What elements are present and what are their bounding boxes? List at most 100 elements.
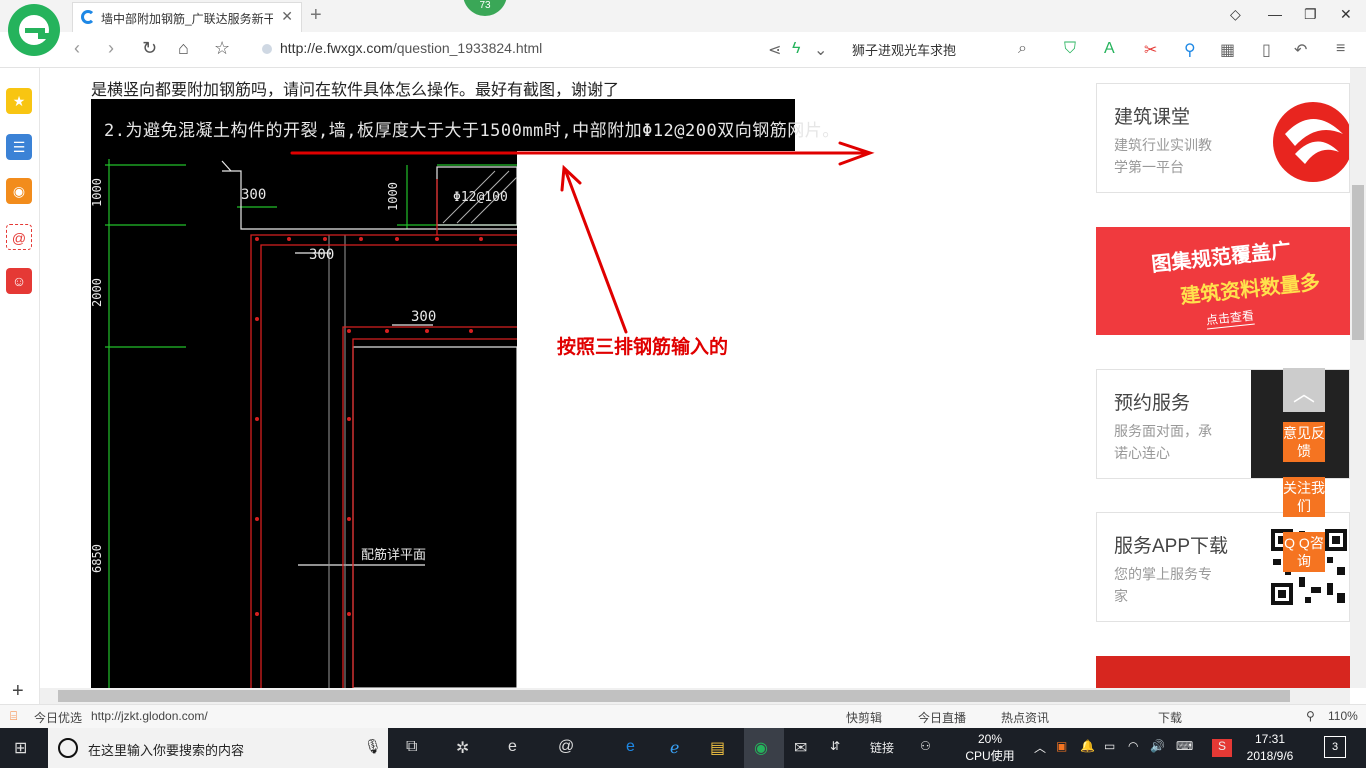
status-item-hot[interactable]: 热点资讯 <box>1001 709 1049 726</box>
dim-1000-a: 1000 <box>91 178 104 207</box>
taskbar-clock[interactable]: 17:31 2018/9/6 <box>1240 731 1300 765</box>
people-icon[interactable]: ⚇ <box>920 739 931 753</box>
favorite-star-icon[interactable]: ☆ <box>214 38 230 59</box>
follow-us-button[interactable]: 关注我们 <box>1283 477 1325 517</box>
mail-icon[interactable]: @ <box>6 224 32 250</box>
dim-300-b: 300 <box>309 247 334 263</box>
tray-expand-icon[interactable]: ︿ <box>1034 739 1046 756</box>
links-toolbar[interactable]: 链接 <box>870 739 894 756</box>
mail-taskbar-icon[interactable]: ✉ <box>794 738 807 758</box>
battery-icon[interactable]: ▭ <box>1104 739 1115 753</box>
ad-bottom-banner[interactable] <box>1096 656 1350 688</box>
clock-time: 17:31 <box>1254 732 1286 746</box>
volume-icon[interactable]: 🔊 <box>1150 739 1165 753</box>
clock-date: 2018/9/6 <box>1246 749 1294 763</box>
tab-active[interactable]: 墙中部附加钢筋_广联达服务新干 ✕ <box>72 2 302 32</box>
taskbar-scroll-icon[interactable]: ⇵ <box>830 739 840 753</box>
edge-icon[interactable]: e <box>626 738 635 756</box>
home-icon[interactable]: ⌂ <box>178 38 189 59</box>
windows-start-icon[interactable]: ⊞ <box>14 738 27 758</box>
game-icon[interactable]: ☺ <box>6 268 32 294</box>
status-item-live[interactable]: 今日直播 <box>918 709 966 726</box>
address-bar[interactable]: http://e.fwxgx.com/question_1933824.html <box>262 40 542 56</box>
search-box[interactable]: 狮子进观光车求抱 <box>852 40 1040 59</box>
add-sidebar-icon[interactable]: + <box>12 680 24 703</box>
new-tab-button[interactable]: + <box>310 4 322 27</box>
dim-2000: 2000 <box>91 278 104 307</box>
share-icon[interactable]: ⋖ <box>768 40 781 60</box>
tab-close-button[interactable]: ✕ <box>281 8 293 25</box>
dim-1000-b: 1000 <box>386 182 400 211</box>
qq-consult-button[interactable]: Q Q咨询 <box>1283 532 1325 572</box>
skin-icon[interactable]: ◇ <box>1230 6 1241 23</box>
cortana-icon <box>58 738 78 758</box>
taskbar-search[interactable]: 在这里输入你要搜索的内容 🎙 <box>48 728 388 768</box>
tray-app-icon[interactable]: ▣ <box>1056 739 1067 753</box>
ad-swirl-logo-icon <box>1273 102 1349 182</box>
translate-icon[interactable]: A <box>1104 40 1115 58</box>
find-icon[interactable]: ⚲ <box>1184 40 1196 60</box>
task-view-icon[interactable]: ⧉ <box>406 738 417 756</box>
fan-app-icon[interactable]: ✲ <box>456 738 469 758</box>
forward-icon[interactable]: › <box>108 38 114 59</box>
scissors-icon[interactable]: ✂ <box>1144 40 1157 60</box>
wifi-icon[interactable]: ◠ <box>1128 739 1138 753</box>
zoom-icon[interactable]: ⚲ <box>1306 709 1315 723</box>
dim-300-c: 300 <box>411 309 436 325</box>
reader-icon[interactable]: ▯ <box>1262 40 1271 60</box>
keyboard-icon[interactable]: ⌨ <box>1176 739 1193 753</box>
shield-icon[interactable]: ⛉ <box>1064 40 1076 58</box>
feedback-button[interactable]: 意见反馈 <box>1283 422 1325 462</box>
cad-note-title: 2.为避免混凝土构件的开裂,墙,板厚度大于大于1500mm时,中部附加Φ12@2… <box>104 121 840 141</box>
ad-atlas-banner[interactable]: 图集规范覆盖广 建筑资料数量多 点击查看 <box>1096 227 1350 335</box>
left-sidebar <box>0 68 40 704</box>
ad-banner-button[interactable]: 点击查看 <box>1205 306 1255 330</box>
close-window-button[interactable]: ✕ <box>1340 6 1352 23</box>
cpu-label: CPU使用 <box>965 749 1015 763</box>
action-center-button[interactable]: 3 <box>1324 736 1346 758</box>
site-info-icon <box>262 44 272 55</box>
ad-title: 预约服务 <box>1114 393 1191 414</box>
swirl-app-icon[interactable]: @ <box>558 738 574 756</box>
pointer-arrow-line <box>564 170 628 334</box>
status-item-download[interactable]: 下载 <box>1158 709 1182 726</box>
url-domain: http://e.fwxgx.com <box>280 40 393 56</box>
ad-title: 服务APP下载 <box>1114 536 1229 557</box>
apps-icon[interactable]: ▦ <box>1220 40 1235 60</box>
minimize-button[interactable]: — <box>1268 6 1282 22</box>
dim-6850: 6850 <box>91 544 104 573</box>
edge-legacy-icon[interactable]: e <box>508 738 517 756</box>
ad-architecture-class[interactable]: 建筑课堂 建筑行业实训教学第一平台 <box>1096 83 1350 193</box>
gift-icon: ⌸ <box>10 709 18 723</box>
weibo-icon[interactable]: ◉ <box>6 178 32 204</box>
browser-logo-icon[interactable] <box>8 4 60 56</box>
bell-icon[interactable]: 🔔 <box>1080 739 1095 753</box>
horizontal-scroll-thumb[interactable] <box>58 690 1290 702</box>
vertical-scrollbar[interactable] <box>1350 68 1366 688</box>
browser-taskbar-icon[interactable]: ◉ <box>754 738 768 758</box>
back-icon[interactable]: ‹ <box>74 38 80 59</box>
restore-button[interactable]: ❐ <box>1304 6 1317 23</box>
dropdown-icon[interactable]: ⌄ <box>814 40 827 60</box>
search-icon[interactable]: ⌕ <box>1018 40 1027 58</box>
cpu-percent: 20% <box>977 732 1003 746</box>
zoom-level[interactable]: 110% <box>1328 709 1358 723</box>
menu-icon[interactable]: ≡ <box>1336 40 1345 58</box>
today-picks-link[interactable]: 今日优选 <box>34 709 82 726</box>
status-url: http://jzkt.glodon.com/ <box>91 709 208 723</box>
refresh-icon[interactable]: ↻ <box>142 38 157 59</box>
file-explorer-icon[interactable]: ▤ <box>710 738 725 758</box>
undo-icon[interactable]: ↶ <box>1294 40 1307 60</box>
vertical-scroll-thumb[interactable] <box>1352 185 1364 340</box>
favorites-icon[interactable]: ★ <box>6 88 32 114</box>
microphone-icon[interactable]: 🎙 <box>364 738 382 755</box>
news-icon[interactable]: ☰ <box>6 134 32 160</box>
ime-icon[interactable]: S <box>1212 739 1232 757</box>
cad-drawing: 300 300 300 Φ12@100 配筋详平面 1000 1000 2000… <box>91 159 517 688</box>
internet-explorer-icon[interactable]: ℯ <box>670 738 679 758</box>
status-item-clip[interactable]: 快剪辑 <box>846 709 882 726</box>
chevron-up-icon: ︿ <box>1293 381 1316 406</box>
lightning-icon[interactable]: ϟ <box>792 40 800 58</box>
annotation-text: 按照三排钢筋输入的 <box>557 336 729 358</box>
back-to-top-button[interactable]: ︿ <box>1283 368 1325 412</box>
